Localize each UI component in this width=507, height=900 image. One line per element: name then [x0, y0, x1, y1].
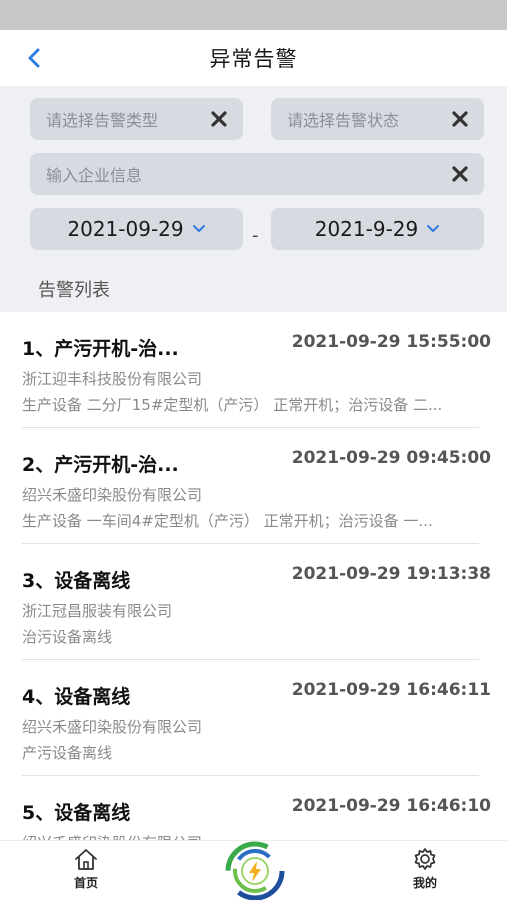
chevron-left-icon	[28, 48, 40, 68]
alarm-title: 4、设备离线	[22, 686, 131, 708]
alarm-time: 2021-09-29 16:46:10	[291, 796, 491, 816]
alarm-detail: 治污设备离线	[22, 628, 113, 646]
close-icon	[452, 166, 468, 182]
alarm-detail: 生产设备 一车间4#定型机（产污） 正常开机；治污设备 一...	[22, 512, 433, 530]
alarm-company: 绍兴禾盛印染股份有限公司	[22, 718, 203, 736]
alarm-company: 浙江冠昌服装有限公司	[22, 602, 173, 620]
alarm-company: 浙江迎丰科技股份有限公司	[22, 370, 203, 388]
home-icon	[75, 849, 97, 870]
alarm-list-item[interactable]: 4、设备离线 2021-09-29 16:46:11 绍兴禾盛印染股份有限公司 …	[22, 660, 491, 776]
alarm-type-placeholder: 请选择告警类型	[46, 111, 159, 130]
company-search-input[interactable]: 输入企业信息	[30, 153, 484, 195]
alarm-status-select[interactable]: 请选择告警状态	[271, 98, 484, 140]
close-icon	[452, 111, 468, 127]
tab-home[interactable]: 首页	[56, 847, 116, 891]
tab-mine-label: 我的	[412, 876, 437, 890]
clear-alarm-status-button[interactable]	[450, 109, 470, 129]
alarm-company: 绍兴禾盛印染股份有限公司	[22, 832, 202, 840]
alarm-list-item[interactable]: 2、产污开机-治... 2021-09-29 09:45:00 绍兴禾盛印染股份…	[22, 428, 491, 544]
start-date-value: 2021-09-29	[67, 217, 184, 241]
alarm-list: 1、产污开机-治... 2021-09-29 15:55:00 浙江迎丰科技股份…	[0, 312, 507, 840]
alarm-time: 2021-09-29 15:55:00	[291, 332, 491, 352]
chevron-down-icon	[192, 224, 206, 234]
alarm-detail: 生产设备 二分厂15#定型机（产污） 正常开机；治污设备 二...	[22, 396, 443, 414]
end-date-value: 2021-9-29	[314, 217, 419, 241]
alarm-title: 5、设备离线	[22, 802, 131, 824]
chevron-down-icon	[426, 224, 440, 234]
alarm-type-select[interactable]: 请选择告警类型	[30, 98, 243, 140]
tab-mine[interactable]: 我的	[395, 847, 455, 891]
back-button[interactable]	[20, 44, 48, 72]
alarm-time: 2021-09-29 09:45:00	[291, 448, 491, 468]
navigation-bar: 异常告警	[0, 30, 507, 86]
start-date-picker[interactable]: 2021-09-29	[30, 208, 243, 250]
status-bar	[0, 0, 507, 30]
bottom-tab-bar: 首页 我的	[0, 840, 507, 900]
company-placeholder: 输入企业信息	[46, 166, 143, 185]
list-section-label: 告警列表	[38, 280, 110, 301]
alarm-list-item[interactable]: 5、设备离线 2021-09-29 16:46:10 绍兴禾盛印染股份有限公司	[22, 776, 491, 840]
end-date-picker[interactable]: 2021-9-29	[271, 208, 484, 250]
alarm-status-placeholder: 请选择告警状态	[287, 111, 400, 130]
alarm-time: 2021-09-29 19:13:38	[291, 564, 491, 584]
alarm-title: 2、产污开机-治...	[22, 454, 179, 476]
tab-home-label: 首页	[73, 876, 98, 890]
clear-company-button[interactable]	[450, 164, 470, 184]
filter-panel: 请选择告警类型 请选择告警状态 输入企业信息 2021-09-29 - 2021…	[0, 86, 507, 312]
gear-icon	[414, 848, 436, 870]
app-logo-icon	[225, 841, 285, 900]
close-icon	[211, 111, 227, 127]
page-title: 异常告警	[209, 47, 298, 71]
date-separator: -	[252, 225, 259, 246]
alarm-title: 1、产污开机-治...	[22, 338, 179, 360]
app-logo-button[interactable]	[222, 841, 288, 900]
alarm-list-item[interactable]: 3、设备离线 2021-09-29 19:13:38 浙江冠昌服装有限公司 治污…	[22, 544, 491, 660]
alarm-list-item[interactable]: 1、产污开机-治... 2021-09-29 15:55:00 浙江迎丰科技股份…	[22, 312, 491, 428]
alarm-title: 3、设备离线	[22, 570, 131, 592]
clear-alarm-type-button[interactable]	[209, 109, 229, 129]
alarm-company: 绍兴禾盛印染股份有限公司	[22, 486, 203, 504]
alarm-detail: 产污设备离线	[22, 744, 113, 762]
alarm-time: 2021-09-29 16:46:11	[291, 680, 491, 700]
